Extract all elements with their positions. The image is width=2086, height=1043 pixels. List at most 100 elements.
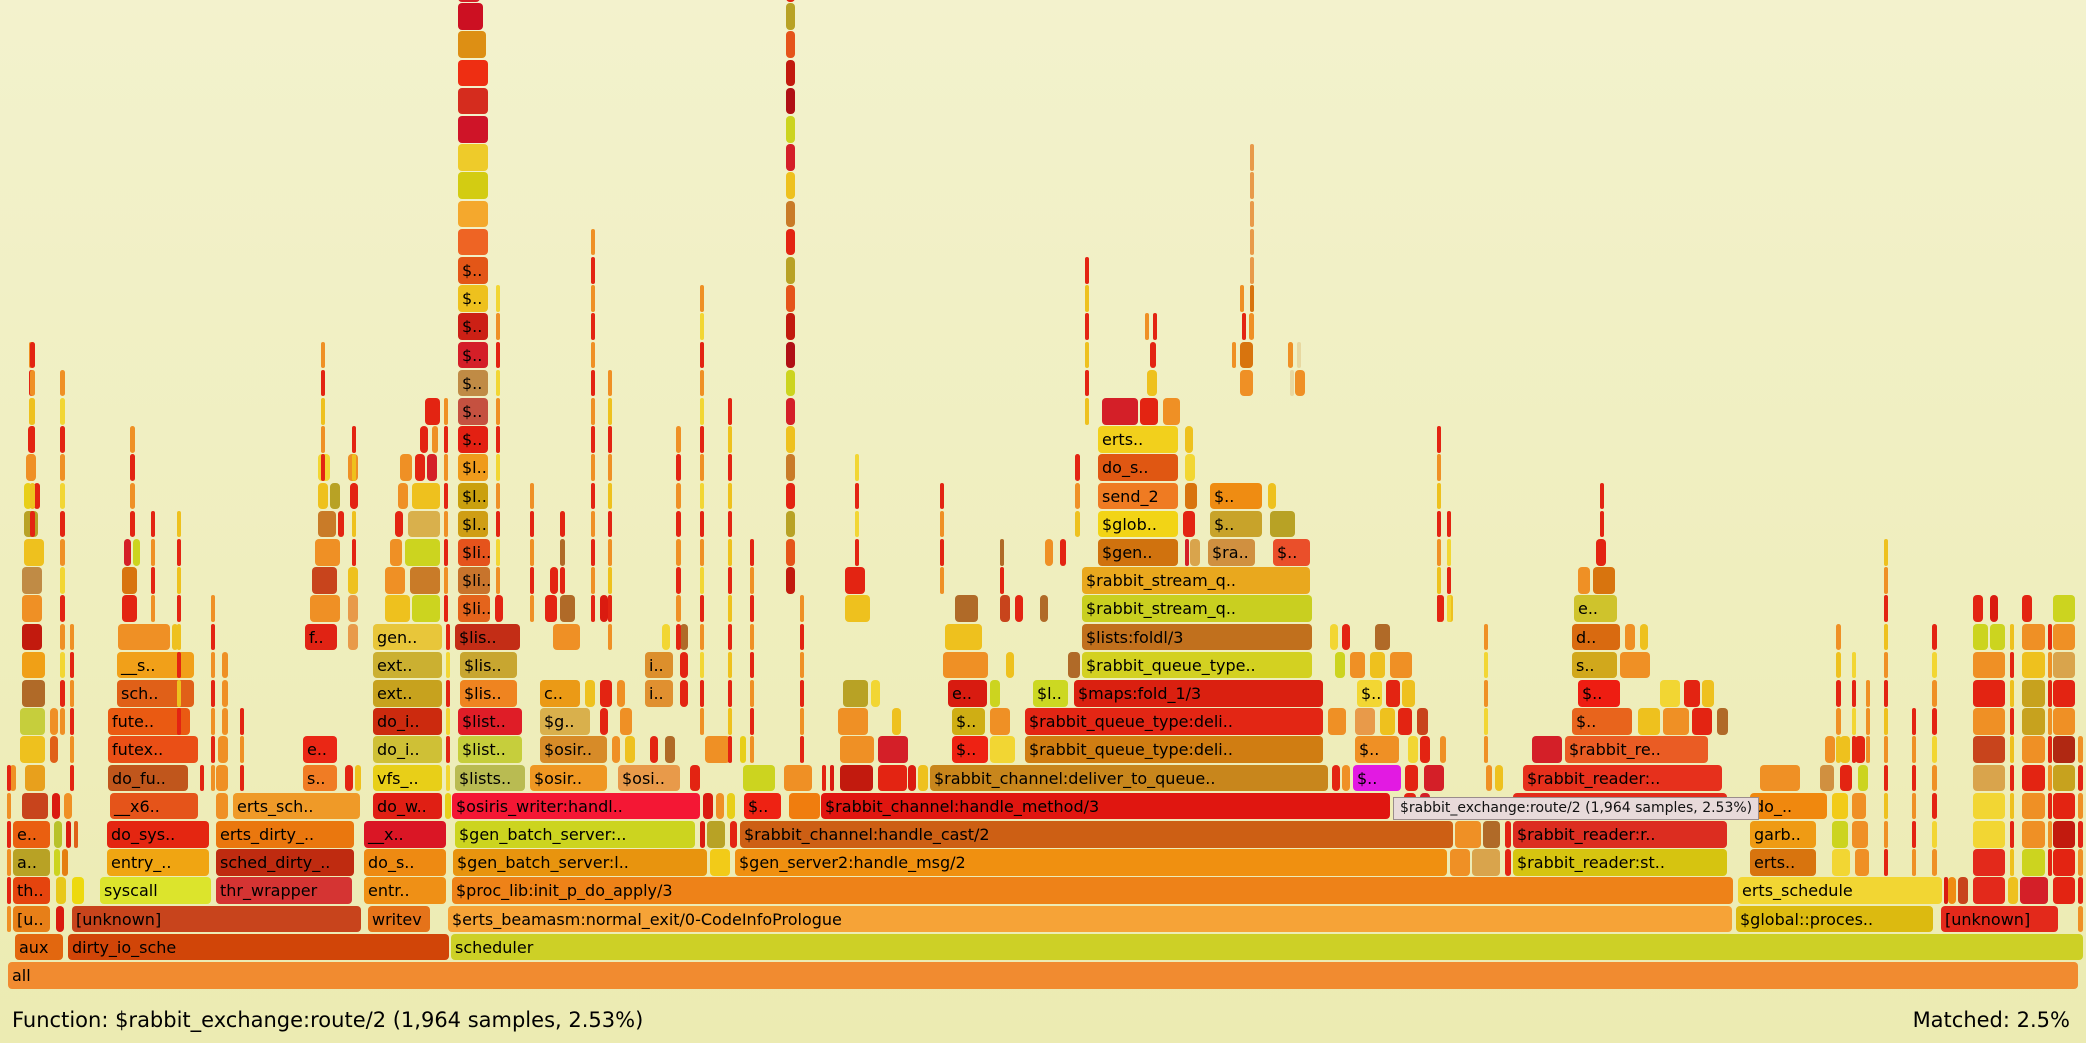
frame-sliver[interactable] xyxy=(211,652,215,679)
frame-sliver[interactable] xyxy=(66,821,71,848)
frame-sliver[interactable] xyxy=(2010,793,2014,820)
frame[interactable]: $osir.. xyxy=(530,765,607,792)
frame-sliver[interactable] xyxy=(1437,595,1441,622)
frame-sliver[interactable] xyxy=(355,765,361,792)
frame-sliver[interactable] xyxy=(1505,821,1511,848)
frame-sliver[interactable] xyxy=(608,511,612,538)
frame[interactable]: e.. xyxy=(303,736,337,763)
frame-sliver[interactable] xyxy=(70,736,74,763)
frame-sliver[interactable] xyxy=(338,511,344,538)
frame-sliver[interactable] xyxy=(786,342,795,369)
frame-sliver[interactable] xyxy=(700,511,704,538)
frame[interactable]: $rabbit_stream_q.. xyxy=(1082,595,1312,622)
frame-sliver[interactable] xyxy=(560,595,575,622)
frame-sliver[interactable] xyxy=(458,144,488,171)
frame-sliver[interactable] xyxy=(321,370,325,397)
frame-sliver[interactable] xyxy=(130,483,135,510)
frame-sliver[interactable] xyxy=(1390,652,1412,679)
frame-sliver[interactable] xyxy=(496,454,500,481)
frame-sliver[interactable] xyxy=(2048,652,2052,679)
frame[interactable]: $li.. xyxy=(458,567,490,594)
frame-sliver[interactable] xyxy=(591,313,595,340)
frame-sliver[interactable] xyxy=(70,680,74,707)
frame-sliver[interactable] xyxy=(786,144,795,171)
frame[interactable]: writev xyxy=(368,906,430,933)
frame-sliver[interactable] xyxy=(786,172,795,199)
frame-sliver[interactable] xyxy=(700,426,704,453)
frame-sliver[interactable] xyxy=(2048,736,2052,763)
frame-sliver[interactable] xyxy=(216,793,228,820)
frame-sliver[interactable] xyxy=(1447,511,1451,538)
frame-sliver[interactable] xyxy=(22,624,42,651)
frame-sliver[interactable] xyxy=(1855,849,1869,876)
frame-sliver[interactable] xyxy=(1040,595,1048,622)
frame-sliver[interactable] xyxy=(608,483,612,510)
frame-sliver[interactable] xyxy=(2008,877,2018,904)
frame-sliver[interactable] xyxy=(990,680,1000,707)
frame-sliver[interactable] xyxy=(496,595,500,622)
frame-sliver[interactable] xyxy=(1417,708,1428,735)
frame-sliver[interactable] xyxy=(1060,539,1066,566)
frame[interactable]: do_.. xyxy=(1750,793,1827,820)
frame-sliver[interactable] xyxy=(330,483,340,510)
frame[interactable]: $gen_server2:handle_msg/2 xyxy=(735,849,1447,876)
frame-sliver[interactable] xyxy=(177,511,181,538)
frame-sliver[interactable] xyxy=(700,567,704,594)
frame-sliver[interactable] xyxy=(2078,793,2083,820)
frame-sliver[interactable] xyxy=(133,539,140,566)
frame-sliver[interactable] xyxy=(385,567,405,594)
frame[interactable]: sch.. xyxy=(117,680,194,707)
frame[interactable]: $gen.. xyxy=(1098,539,1178,566)
frame-sliver[interactable] xyxy=(60,426,65,453)
frame-sliver[interactable] xyxy=(1884,708,1888,735)
frame-sliver[interactable] xyxy=(60,539,65,566)
frame-sliver[interactable] xyxy=(878,736,908,763)
frame-sliver[interactable] xyxy=(496,426,500,453)
frame-sliver[interactable] xyxy=(530,567,534,594)
frame-sliver[interactable] xyxy=(446,624,450,651)
frame[interactable]: $.. xyxy=(458,313,488,340)
frame[interactable]: $l.. xyxy=(458,454,488,481)
frame[interactable]: $.. xyxy=(458,285,488,312)
frame-sliver[interactable] xyxy=(2053,624,2075,651)
frame-sliver[interactable] xyxy=(1147,370,1157,397)
frame-sliver[interactable] xyxy=(496,370,500,397)
frame-sliver[interactable] xyxy=(728,454,732,481)
frame-sliver[interactable] xyxy=(1836,708,1841,735)
frame[interactable]: ext.. xyxy=(373,680,442,707)
frame-sliver[interactable] xyxy=(1932,624,1937,651)
frame-sliver[interactable] xyxy=(728,708,732,735)
frame-sliver[interactable] xyxy=(1250,257,1254,284)
frame-sliver[interactable] xyxy=(728,511,732,538)
frame[interactable]: send_2 xyxy=(1098,483,1178,510)
frame-sliver[interactable] xyxy=(676,567,681,594)
frame-sliver[interactable] xyxy=(1855,736,1865,763)
frame-sliver[interactable] xyxy=(591,567,595,594)
frame-sliver[interactable] xyxy=(1153,313,1157,340)
frame-sliver[interactable] xyxy=(1932,708,1937,735)
frame-sliver[interactable] xyxy=(412,595,440,622)
frame-sliver[interactable] xyxy=(591,595,595,622)
frame[interactable]: $li.. xyxy=(458,539,490,566)
frame-sliver[interactable] xyxy=(1973,849,2005,876)
frame[interactable]: $rabbit_channel:handle_method/3 xyxy=(821,793,1390,820)
frame-sliver[interactable] xyxy=(940,539,944,566)
frame[interactable]: do_i.. xyxy=(373,708,442,735)
frame-sliver[interactable] xyxy=(315,539,340,566)
frame-sliver[interactable] xyxy=(585,680,595,707)
frame-sliver[interactable] xyxy=(405,539,440,566)
frame-sliver[interactable] xyxy=(240,708,244,735)
frame-sliver[interactable] xyxy=(608,370,612,397)
frame-sliver[interactable] xyxy=(54,849,60,876)
frame-sliver[interactable] xyxy=(786,398,795,425)
frame-sliver[interactable] xyxy=(716,793,724,820)
frame-sliver[interactable] xyxy=(1240,370,1253,397)
frame-sliver[interactable] xyxy=(1532,736,1562,763)
frame-sliver[interactable] xyxy=(855,483,859,510)
frame-sliver[interactable] xyxy=(70,765,74,792)
frame-sliver[interactable] xyxy=(1852,680,1856,707)
frame-sliver[interactable] xyxy=(2048,821,2052,848)
frame-sliver[interactable] xyxy=(690,765,700,792)
frame[interactable]: $l.. xyxy=(458,511,488,538)
frame-sliver[interactable] xyxy=(395,511,403,538)
